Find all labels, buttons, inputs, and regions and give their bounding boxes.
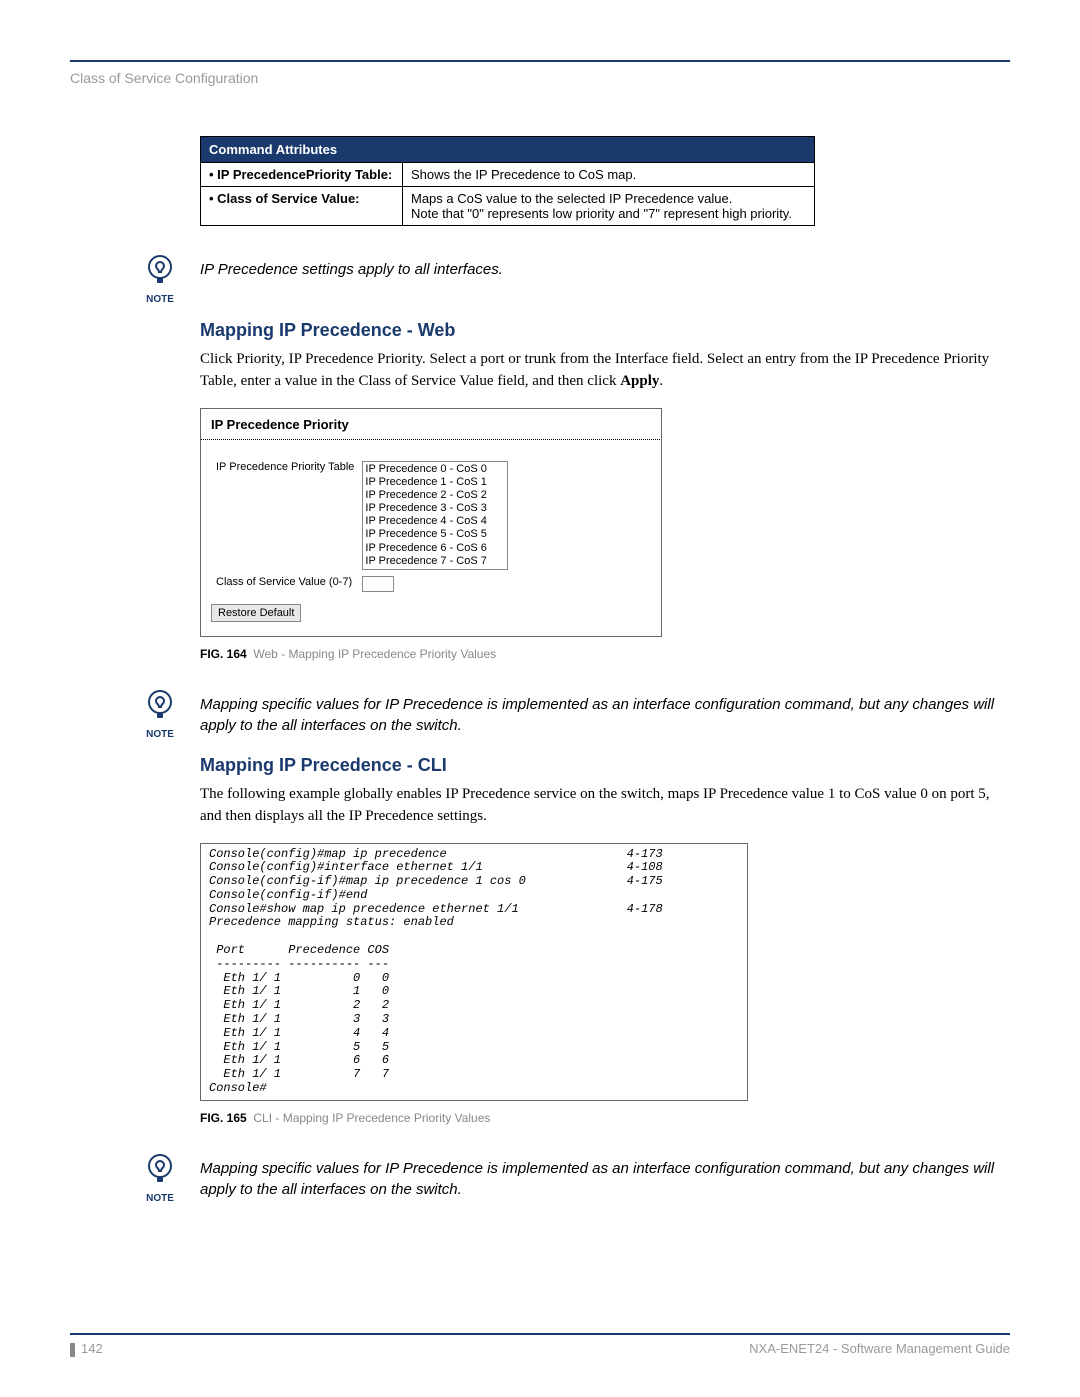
list-item[interactable]: IP Precedence 0 - CoS 0	[365, 463, 505, 476]
figure-caption-164: FIG. 164 Web - Mapping IP Precedence Pri…	[200, 647, 1010, 661]
cli-output-box: Console(config)#map ip precedence 4-173 …	[200, 843, 748, 1101]
list-item[interactable]: IP Precedence 4 - CoS 4	[365, 515, 505, 528]
cmd-attr-desc: Maps a CoS value to the selected IP Prec…	[403, 187, 815, 226]
section-body-cli: The following example globally enables I…	[200, 784, 1010, 828]
list-item[interactable]: IP Precedence 6 - CoS 6	[365, 542, 505, 555]
note-icon: NOTE	[120, 686, 200, 740]
page-number: 142	[70, 1341, 103, 1357]
note-icon: NOTE	[120, 1150, 200, 1204]
list-item[interactable]: IP Precedence 2 - CoS 2	[365, 489, 505, 502]
cmd-attr-label: • IP PrecedencePriority Table:	[201, 163, 403, 187]
restore-default-button[interactable]: Restore Default	[211, 604, 301, 622]
section-body-web: Click Priority, IP Precedence Priority. …	[200, 349, 1010, 393]
cmd-attr-header: Command Attributes	[201, 137, 815, 163]
table-row: • IP PrecedencePriority Table: Shows the…	[201, 163, 815, 187]
list-item[interactable]: IP Precedence 1 - CoS 1	[365, 476, 505, 489]
footer-doc-title: NXA-ENET24 - Software Management Guide	[749, 1341, 1010, 1357]
command-attributes-table: Command Attributes • IP PrecedencePriori…	[200, 136, 815, 226]
web-screenshot: IP Precedence Priority IP Precedence Pri…	[200, 408, 662, 638]
cmd-attr-desc: Shows the IP Precedence to CoS map.	[403, 163, 815, 187]
list-item[interactable]: IP Precedence 3 - CoS 3	[365, 502, 505, 515]
cos-value-input[interactable]	[362, 576, 394, 592]
note-text: IP Precedence settings apply to all inte…	[200, 251, 503, 280]
note-text: Mapping specific values for IP Precedenc…	[200, 686, 1010, 736]
figure-caption-165: FIG. 165 CLI - Mapping IP Precedence Pri…	[200, 1111, 1010, 1125]
ip-precedence-listbox[interactable]: IP Precedence 0 - CoS 0IP Precedence 1 -…	[362, 461, 508, 571]
section-heading-web: Mapping IP Precedence - Web	[200, 320, 1010, 341]
shot-label-cos-value: Class of Service Value (0-7)	[213, 574, 357, 594]
cmd-attr-label: • Class of Service Value:	[201, 187, 403, 226]
note-icon: NOTE	[120, 251, 200, 305]
note-text: Mapping specific values for IP Precedenc…	[200, 1150, 1010, 1200]
section-heading-cli: Mapping IP Precedence - CLI	[200, 755, 1010, 776]
list-item[interactable]: IP Precedence 5 - CoS 5	[365, 528, 505, 541]
page-header: Class of Service Configuration	[70, 70, 1010, 86]
shot-label-priority-table: IP Precedence Priority Table	[213, 459, 357, 573]
table-row: • Class of Service Value: Maps a CoS val…	[201, 187, 815, 226]
list-item[interactable]: IP Precedence 7 - CoS 7	[365, 555, 505, 568]
